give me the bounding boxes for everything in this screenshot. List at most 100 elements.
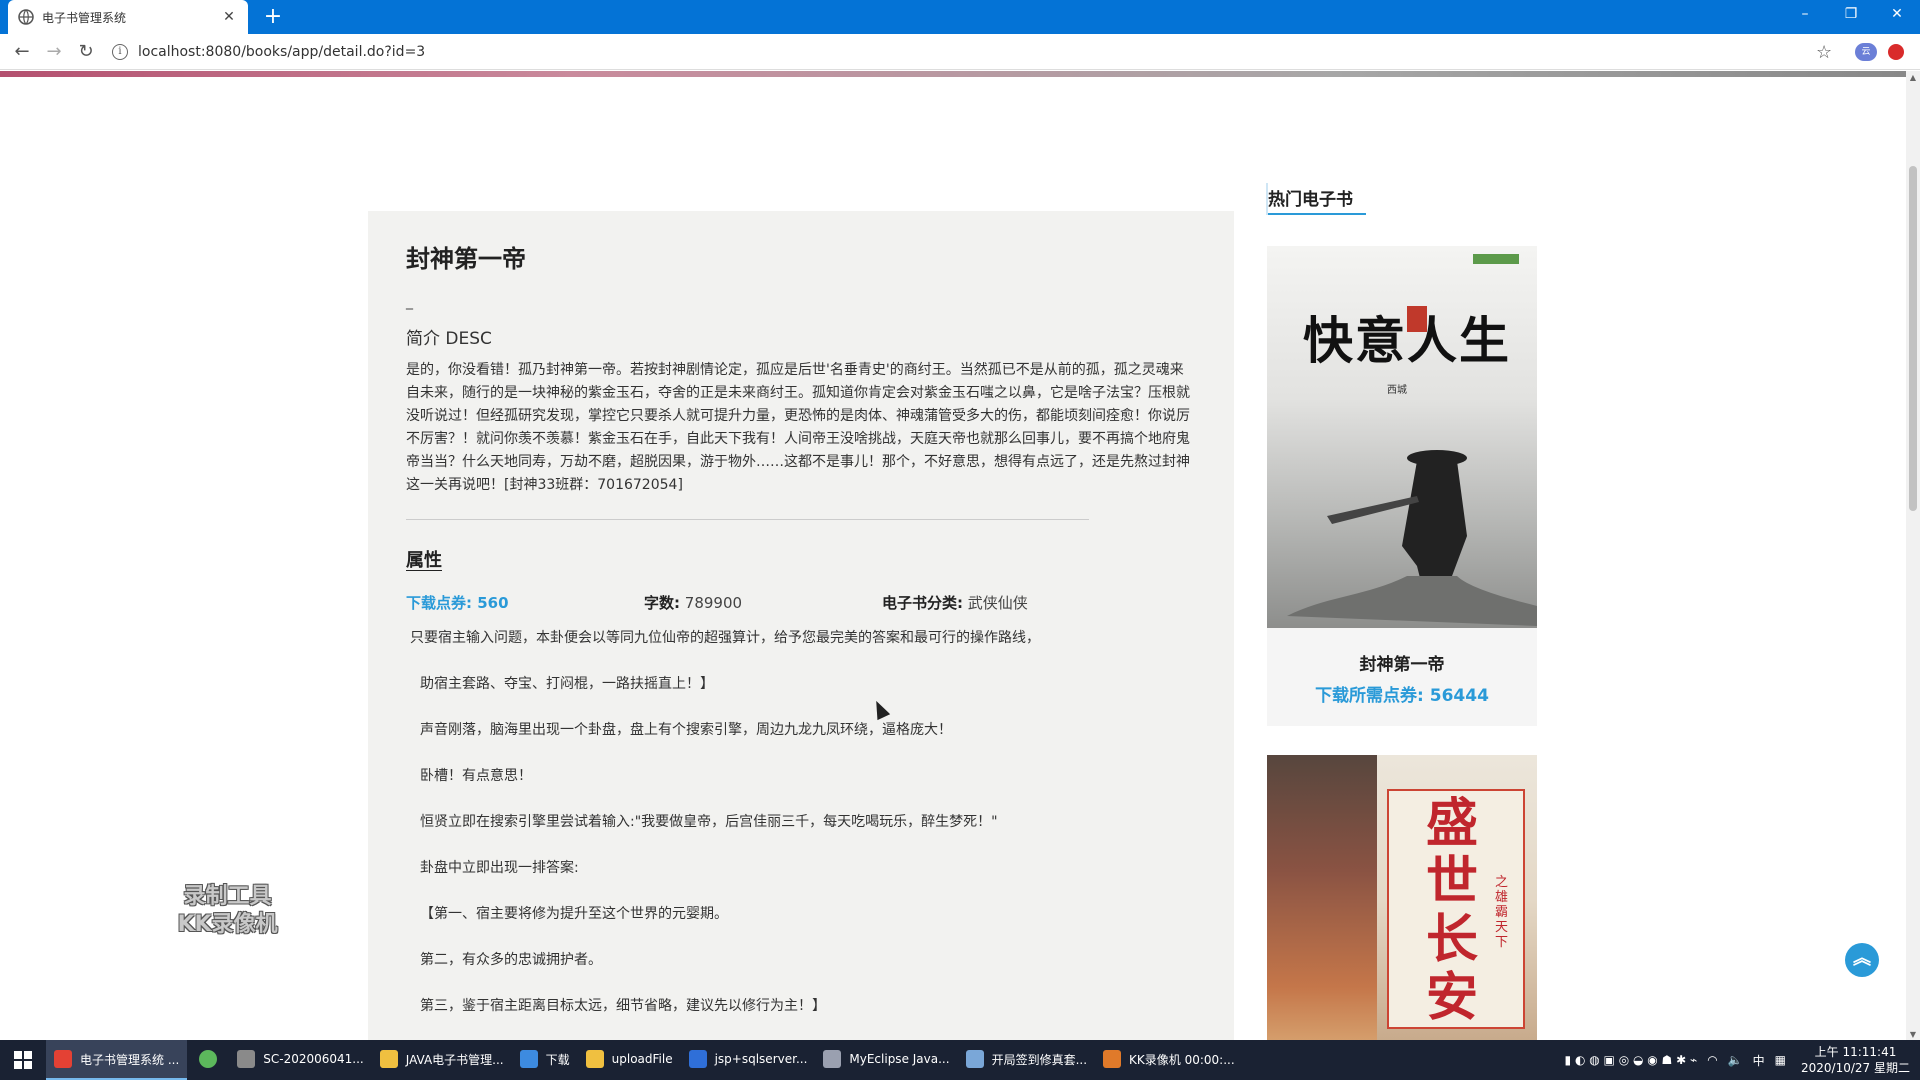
content-line: 第三，鉴于宿主距离目标太远，细节省略，建议先以修行为主！】 (420, 998, 826, 1014)
content-line: 卧槽！有点意思！ (420, 768, 532, 784)
taskbar-item-label: uploadFile (611, 1052, 673, 1066)
back-arrow-icon[interactable]: ← (10, 40, 34, 64)
desc-heading: 简介 DESC (406, 329, 492, 349)
ime-indicator[interactable]: 中 (1753, 1052, 1765, 1069)
taskbar-item[interactable]: KK录像机 00:00:... (1095, 1040, 1243, 1080)
restore-button[interactable]: ❐ (1828, 0, 1874, 30)
swordsman-illustration (1287, 450, 1537, 626)
cover-subtitle: 之雄霸天下 (1495, 875, 1509, 950)
book-cover-image[interactable]: 盛世长安 之雄霸天下 (1267, 755, 1537, 1040)
minimize-button[interactable]: – (1782, 0, 1828, 30)
tab-title: 电子书管理系统 (42, 10, 127, 25)
back-to-top-button[interactable]: ︽ (1845, 943, 1879, 977)
taskbar-item[interactable]: 开局签到修真套... (958, 1040, 1095, 1080)
content-line: 卦盘中立即出现一排答案: (420, 860, 579, 876)
scroll-down-icon[interactable]: ▼ (1909, 1030, 1917, 1039)
close-tab-icon[interactable]: ✕ (220, 9, 238, 25)
word-count: 字数: 789900 (644, 592, 882, 613)
pagoda-illustration (1267, 755, 1377, 1040)
scroll-up-icon[interactable]: ▲ (1909, 73, 1917, 82)
taskbar-item-label: KK录像机 00:00:... (1129, 1052, 1235, 1067)
forward-arrow-icon[interactable]: → (42, 40, 66, 64)
cover-title: 盛世长安 (1425, 793, 1478, 1028)
taskbar-item-label: 下载 (545, 1052, 570, 1067)
book-description: 是的，你没看错！孤乃封神第一帝。若按封神剧情论定，孤应是后世'名垂青史'的商纣王… (406, 362, 1190, 493)
watermark-line1: 录制工具 (183, 884, 272, 909)
book-content: 只要宿主输入问题，本卦便会以等同九位仙帝的超强算计，给予您最完美的答案和最可行的… (406, 627, 1196, 1018)
taskbar-item-label: 开局签到修真套... (991, 1052, 1088, 1067)
attributes-heading: 属性 (406, 550, 442, 571)
divider (406, 519, 1089, 520)
taskbar-item[interactable]: 下载 (512, 1040, 578, 1080)
app-icon (237, 1050, 256, 1068)
heading-underline (1268, 213, 1366, 215)
content-line: 第二，有众多的忠诚拥护者。 (420, 952, 602, 968)
hot-books-heading: 热门电子书 (1268, 190, 1353, 210)
page-top-bar (0, 71, 1906, 77)
browser-tab[interactable]: 电子书管理系统 ✕ (8, 0, 248, 34)
watermark-line2: KK录像机 (177, 912, 278, 937)
tray-icons[interactable]: ▮ ◐ ◍ ▣ ◎ ◒ ◉ ☗ ✱ ⌁ (1565, 1053, 1698, 1067)
word-count-value: 789900 (684, 594, 743, 612)
recorder-watermark: 录制工具 KK录像机 (160, 883, 295, 939)
reload-icon[interactable]: ↻ (74, 40, 98, 64)
clock-date: 2020/10/27 星期二 (1801, 1061, 1910, 1075)
url-text[interactable]: localhost:8080/books/app/detail.do?id=3 (138, 44, 425, 60)
app-icon (519, 1050, 538, 1068)
taskbar-item-label: 电子书管理系统 ... (80, 1052, 180, 1067)
bookmark-star-icon[interactable]: ☆ (1816, 42, 1832, 63)
start-button[interactable] (0, 1040, 46, 1080)
windows-taskbar: 电子书管理系统 ... SC-202006041... JAVA电子书管理... 下载… (0, 1040, 1920, 1080)
taskbar-item-label: JAVA电子书管理... (405, 1052, 504, 1067)
app-icon (823, 1050, 842, 1068)
content-line: 只要宿主输入问题，本卦便会以等同九位仙帝的超强算计，给予您最完美的答案和最可行的… (410, 630, 1040, 646)
content-line: 【第一、宿主要将修为提升至这个世界的元婴期。 (420, 906, 728, 922)
address-bar[interactable]: i localhost:8080/books/app/detail.do?id=… (112, 39, 1812, 65)
title-dash: _ (406, 294, 413, 310)
browser-tabstrip: 电子书管理系统 ✕ + – ❐ ✕ (0, 0, 1920, 34)
book-cover-image[interactable]: 快意人生 西城 (1267, 246, 1537, 628)
page-scrollbar[interactable]: ▲ ▼ (1906, 71, 1920, 1040)
app-icon (1103, 1050, 1122, 1068)
download-points[interactable]: 下载点券: 560 (406, 592, 644, 613)
app-icon (54, 1050, 72, 1068)
app-icon (688, 1050, 707, 1068)
content-line: 恒贤立即在搜索引擎里尝试着输入:"我要做皇帝，后宫佳丽三千，每天吃喝玩乐，醉生梦… (420, 814, 998, 830)
hot-book-card[interactable]: 快意人生 西城 封神第一帝 下载所需点券: 56444 (1267, 246, 1537, 726)
content-line: 声音刚落，脑海里出现一个卦盘，盘上有个搜索引擎，周边九龙九凤环绕，逼格庞大！ (420, 722, 952, 738)
window-close-button[interactable]: ✕ (1874, 0, 1920, 30)
clock[interactable]: 上午 11:11:41 2020/10/27 星期二 (1791, 1044, 1920, 1076)
system-tray: ▮ ◐ ◍ ▣ ◎ ◒ ◉ ☗ ✱ ⌁ ◠ 🔈 中 ▦ 上午 11:11:41 … (1560, 1040, 1920, 1080)
hot-book-name[interactable]: 封神第一帝 (1267, 650, 1537, 675)
wifi-icon[interactable]: ◠ (1707, 1053, 1717, 1067)
clock-time: 上午 11:11:41 (1814, 1045, 1897, 1059)
taskbar-item[interactable]: SC-202006041... (229, 1040, 371, 1080)
extension-icon[interactable]: 云 (1855, 43, 1877, 61)
scrollbar-thumb[interactable] (1909, 166, 1917, 511)
book-detail-card: 封神第一帝 _ 简介 DESC 是的，你没看错！孤乃封神第一帝。若按封神剧情论定… (368, 211, 1234, 1040)
category: 电子书分类: 武侠仙侠 (882, 592, 1120, 613)
hot-book-price: 下载所需点券: 56444 (1315, 686, 1489, 706)
volume-icon[interactable]: 🔈 (1728, 1053, 1743, 1067)
extension-red-icon[interactable] (1888, 44, 1904, 60)
app-icon (379, 1050, 398, 1068)
taskbar-item[interactable] (187, 1040, 229, 1080)
new-tab-button[interactable]: + (260, 4, 286, 30)
taskbar-item[interactable]: uploadFile (578, 1040, 681, 1080)
content-line: 助宿主套路、夺宝、打闷棍，一路扶摇直上！】 (420, 676, 714, 692)
windows-logo-icon (14, 1051, 32, 1069)
app-icon (965, 1050, 984, 1068)
taskbar-item[interactable]: MyEclipse Java... (815, 1040, 957, 1080)
taskbar-item[interactable]: JAVA电子书管理... (372, 1040, 512, 1080)
taskbar-item[interactable]: 电子书管理系统 ... (46, 1040, 188, 1080)
keyboard-icon[interactable]: ▦ (1775, 1053, 1786, 1067)
book-title: 封神第一帝 (406, 245, 526, 273)
hot-book-card[interactable]: 盛世长安 之雄霸天下 (1267, 755, 1537, 1040)
page-viewport: 封神第一帝 _ 简介 DESC 是的，你没看错！孤乃封神第一帝。若按封神剧情论定… (0, 71, 1906, 1040)
taskbar-item-label: MyEclipse Java... (849, 1052, 950, 1066)
browser-toolbar: ← → ↻ i localhost:8080/books/app/detail.… (0, 34, 1920, 70)
info-icon[interactable]: i (112, 44, 128, 60)
taskbar-item-label: jsp+sqlserver... (714, 1052, 808, 1066)
category-label: 电子书分类: (882, 594, 963, 612)
taskbar-item[interactable]: jsp+sqlserver... (681, 1040, 816, 1080)
